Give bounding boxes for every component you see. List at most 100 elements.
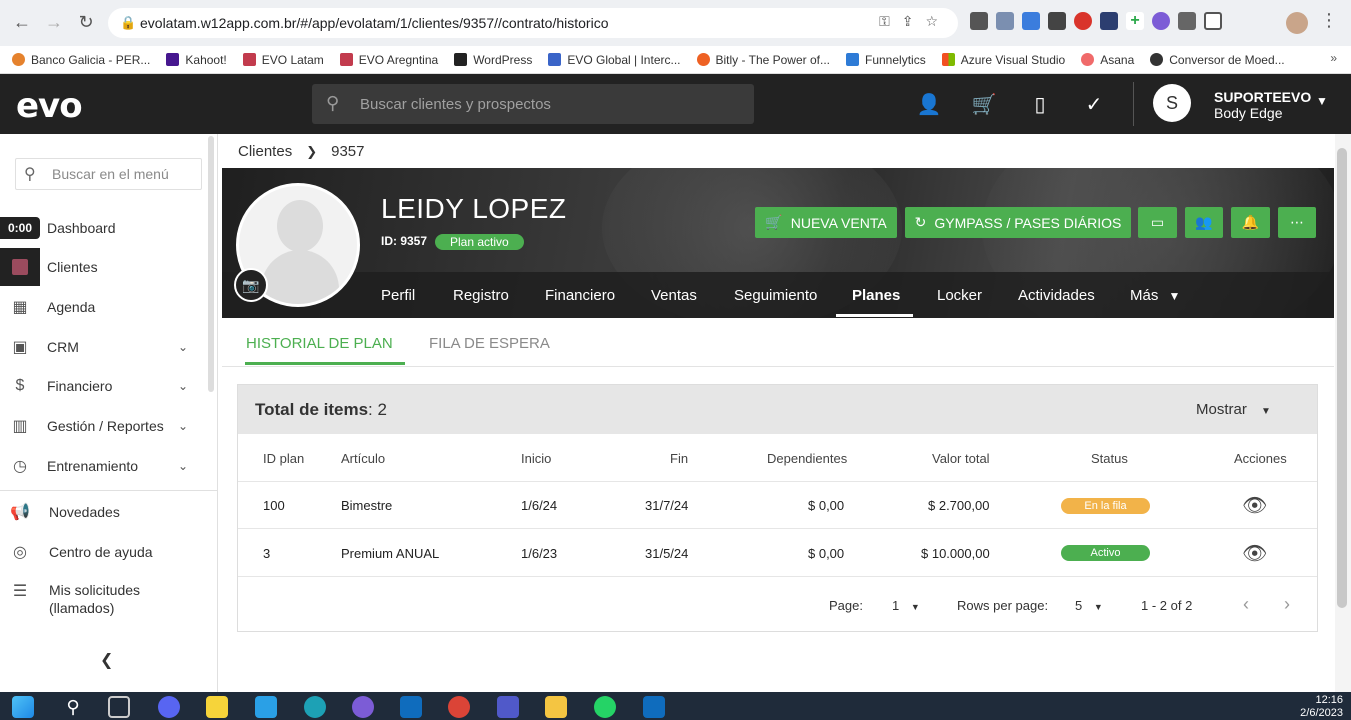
gympass-button[interactable]: ↻ GYMPASS / PASES DIÁRIOS <box>905 207 1131 238</box>
browser-profile-avatar[interactable] <box>1286 12 1308 34</box>
back-icon[interactable]: ← <box>10 10 34 34</box>
sidebar-item-gestion[interactable]: ▥ Gestión / Reportes ⌄ <box>0 408 210 444</box>
tab-actividades[interactable]: Actividades <box>1018 287 1095 304</box>
address-bar-actions[interactable]: ⚿⇪☆ <box>879 13 950 30</box>
bookmark[interactable]: Asana <box>1081 53 1134 67</box>
column-header[interactable]: Dependientes <box>767 451 847 466</box>
sidebar-scrollbar[interactable] <box>208 136 214 392</box>
extension-icon[interactable] <box>996 12 1014 30</box>
door-icon[interactable]: ▯ <box>1027 92 1053 117</box>
bookmark[interactable]: Bitly - The Power of... <box>696 53 830 67</box>
app-icon[interactable] <box>352 696 374 718</box>
sidebar-item-entrenamiento[interactable]: ◷ Entrenamiento ⌄ <box>0 448 210 484</box>
column-header[interactable]: Artículo <box>341 451 385 466</box>
sidebar-item-crm[interactable]: ▣ CRM ⌄ <box>0 329 210 365</box>
extension-icons[interactable]: + <box>970 12 1222 30</box>
tab-planes[interactable]: Planes <box>852 287 900 304</box>
client-search[interactable]: ⚲ <box>312 84 754 124</box>
tab-registro[interactable]: Registro <box>453 287 509 304</box>
bookmark[interactable]: EVO Aregntina <box>339 53 438 67</box>
user-menu-caret-icon[interactable]: ▼ <box>1316 94 1328 108</box>
windows-start-icon[interactable] <box>12 696 34 718</box>
sidebar-item-solicitudes[interactable]: ☰ Mis solicitudes (llamados) <box>0 581 210 621</box>
bookmarks-overflow-icon[interactable]: » <box>1330 51 1337 65</box>
client-search-input[interactable] <box>360 93 740 115</box>
teams-icon[interactable] <box>497 696 519 718</box>
column-header[interactable]: Inicio <box>521 451 551 466</box>
breadcrumb-clientes[interactable]: Clientes <box>238 143 292 160</box>
sidebar-item-dashboard[interactable]: 0:00 Dashboard <box>0 210 210 246</box>
extension-icon[interactable] <box>1022 12 1040 30</box>
search-icon[interactable]: ⚲ <box>62 696 84 718</box>
discord-icon[interactable] <box>158 696 180 718</box>
tab-financiero[interactable]: Financiero <box>545 287 615 304</box>
adblock-icon[interactable] <box>1074 12 1092 30</box>
browser-menu-icon[interactable]: ⋮ <box>1320 10 1338 31</box>
sidepanel-icon[interactable] <box>1204 12 1222 30</box>
outlook-icon[interactable] <box>643 696 665 718</box>
whatsapp-icon[interactable] <box>594 696 616 718</box>
eye-icon[interactable]: 👁 <box>1242 541 1267 565</box>
extension-icon[interactable] <box>1152 12 1170 30</box>
tab-historial-de-plan[interactable]: HISTORIAL DE PLAN <box>246 335 393 352</box>
page-scrollbar[interactable] <box>1335 134 1351 692</box>
bookmark[interactable]: EVO Latam <box>242 53 324 67</box>
person-check-icon[interactable]: ✓ <box>1081 92 1107 117</box>
page-select[interactable]: 1 ▼ <box>892 598 920 613</box>
user-avatar[interactable]: S <box>1153 84 1191 122</box>
bookmark[interactable]: Conversor de Moed... <box>1150 53 1285 67</box>
chrome-icon[interactable] <box>448 696 470 718</box>
cart-icon[interactable]: 🛒 <box>971 92 997 117</box>
system-clock[interactable]: 12:16 2/6/2023 <box>1300 694 1343 720</box>
bookmark[interactable]: EVO Global | Interc... <box>548 53 681 67</box>
bookmark[interactable]: Azure Visual Studio <box>941 53 1065 67</box>
notification-button[interactable]: 🔔 <box>1231 207 1270 238</box>
chevron-right-icon[interactable]: › <box>1284 594 1290 615</box>
chevron-left-icon[interactable]: ‹ <box>1243 594 1249 615</box>
user-name[interactable]: SUPORTEEVO <box>1214 89 1311 105</box>
folder-icon[interactable] <box>545 696 567 718</box>
user-company[interactable]: Body Edge <box>1214 105 1283 121</box>
column-header[interactable]: ID plan <box>263 451 304 466</box>
sidebar-item-agenda[interactable]: ▦ Agenda <box>0 289 210 325</box>
group-button[interactable]: 👥 <box>1185 207 1223 238</box>
column-header[interactable]: Valor total <box>932 451 990 466</box>
nueva-venta-button[interactable]: 🛒 NUEVA VENTA <box>755 207 897 238</box>
edge-icon[interactable] <box>304 696 326 718</box>
tab-seguimiento[interactable]: Seguimiento <box>734 287 817 304</box>
sidebar-item-financiero[interactable]: $ Financiero ⌄ <box>0 368 210 404</box>
sidebar-item-novedades[interactable]: 📢 Novedades <box>0 494 210 530</box>
task-view-icon[interactable] <box>108 696 130 718</box>
column-header[interactable]: Fin <box>670 451 688 466</box>
column-header[interactable]: Status <box>1091 451 1128 466</box>
mostrar-dropdown[interactable]: Mostrar ▼ <box>1196 401 1271 418</box>
collapse-sidebar-icon[interactable]: ❮ <box>100 650 113 670</box>
tab-perfil[interactable]: Perfil <box>381 287 415 304</box>
card-button[interactable]: ▭ <box>1138 207 1177 238</box>
bookmark[interactable]: WordPress <box>454 53 532 67</box>
sticky-notes-icon[interactable] <box>206 696 228 718</box>
more-options-button[interactable]: ⋯ <box>1278 207 1316 238</box>
rows-per-page-select[interactable]: 5 ▼ <box>1075 598 1103 613</box>
extension-icon[interactable] <box>970 12 988 30</box>
sidebar-item-clientes[interactable]: Clientes <box>0 248 210 286</box>
reload-icon[interactable]: ↻ <box>74 10 98 34</box>
add-person-icon[interactable]: 👤 <box>916 92 942 117</box>
outlook-icon[interactable] <box>400 696 422 718</box>
bookmark[interactable]: Funnelytics <box>846 53 926 67</box>
address-bar[interactable]: 🔒 evolatam.w12app.com.br/#/app/evolatam/… <box>108 8 958 38</box>
puzzle-icon[interactable] <box>1178 12 1196 30</box>
evo-logo[interactable]: evo <box>16 86 83 126</box>
menu-search-input[interactable] <box>52 166 197 182</box>
extension-icon[interactable] <box>1048 12 1066 30</box>
app-icon[interactable] <box>255 696 277 718</box>
extension-icon[interactable] <box>1100 12 1118 30</box>
tab-ventas[interactable]: Ventas <box>651 287 697 304</box>
bookmark[interactable]: Banco Galicia - PER... <box>12 53 150 67</box>
eye-icon[interactable]: 👁 <box>1242 493 1267 517</box>
tab-locker[interactable]: Locker <box>937 287 982 304</box>
plus-icon[interactable]: + <box>1126 12 1144 30</box>
sidebar-item-ayuda[interactable]: ◎ Centro de ayuda <box>0 534 210 570</box>
menu-search[interactable]: ⚲ <box>15 158 202 190</box>
tab-mas[interactable]: Más ▼ <box>1130 287 1180 304</box>
